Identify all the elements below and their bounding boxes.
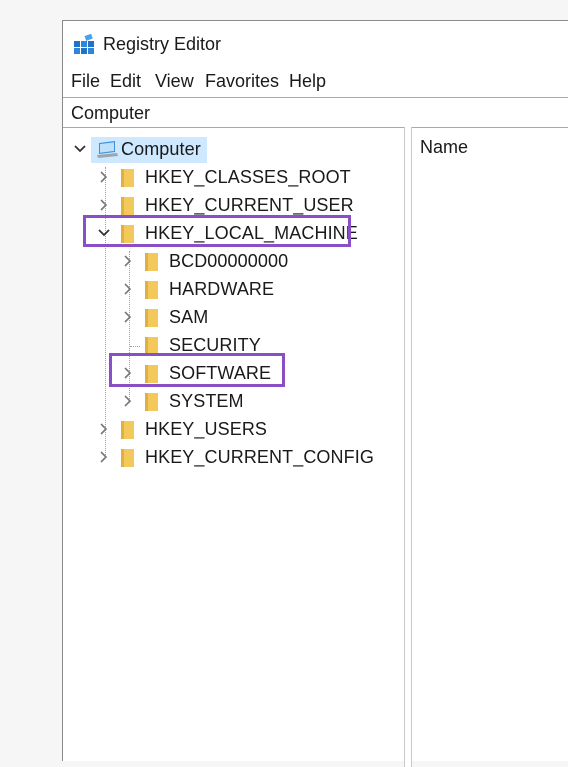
tree-node-system[interactable]: SYSTEM — [63, 389, 343, 415]
registry-editor-window: Registry Editor File Edit View Favorites… — [62, 20, 568, 767]
values-list-pane[interactable]: Name — [412, 127, 568, 767]
folder-icon — [119, 448, 135, 468]
annotation-highlight-box — [83, 215, 351, 247]
window-title: Registry Editor — [103, 34, 222, 54]
chevron-right-icon[interactable] — [97, 422, 111, 436]
menu-edit[interactable]: Edit — [110, 71, 141, 92]
registry-editor-app-icon — [73, 33, 95, 56]
title-bar[interactable]: Registry Editor — [63, 21, 568, 67]
folder-icon — [143, 308, 159, 328]
menu-bar: File Edit View Favorites Help — [63, 69, 568, 95]
chevron-down-icon[interactable] — [73, 142, 87, 156]
folder-icon — [143, 392, 159, 412]
registry-tree-pane[interactable]: Computer HKEY_CLASSES_ROOT HKEY_CURRENT_… — [63, 127, 405, 767]
column-header-name[interactable]: Name — [420, 137, 468, 158]
tree-node-hardware[interactable]: HARDWARE — [63, 277, 343, 303]
tree-node-hkey-current-config[interactable]: HKEY_CURRENT_CONFIG — [63, 445, 374, 471]
tree-node-bcd00000000[interactable]: BCD00000000 — [63, 249, 343, 275]
folder-icon — [119, 196, 135, 216]
address-path[interactable]: Computer — [71, 103, 150, 124]
menu-help[interactable]: Help — [289, 71, 326, 92]
tree-node-computer[interactable]: Computer — [63, 137, 263, 163]
tree-node-hkey-users[interactable]: HKEY_USERS — [63, 417, 343, 443]
chevron-right-icon[interactable] — [97, 450, 111, 464]
annotation-highlight-box — [109, 353, 285, 387]
chevron-right-icon[interactable] — [97, 198, 111, 212]
chevron-right-icon[interactable] — [121, 282, 135, 296]
tree-node-label: HKEY_CLASSES_ROOT — [145, 167, 351, 187]
computer-icon — [95, 140, 119, 160]
folder-icon — [143, 280, 159, 300]
folder-icon — [119, 420, 135, 440]
menu-view[interactable]: View — [155, 71, 194, 92]
tree-node-label: Computer — [121, 139, 201, 159]
chevron-right-icon[interactable] — [97, 170, 111, 184]
tree-node-label: SAM — [169, 307, 209, 327]
tree-node-label: BCD00000000 — [169, 251, 289, 271]
tree-node-label: HKEY_CURRENT_CONFIG — [145, 447, 374, 467]
address-bar[interactable]: Computer — [63, 97, 568, 128]
tree-node-label: HKEY_USERS — [145, 419, 268, 439]
tree-node-label: SYSTEM — [169, 391, 244, 411]
folder-icon — [143, 252, 159, 272]
tree-node-sam[interactable]: SAM — [63, 305, 343, 331]
chevron-right-icon[interactable] — [121, 394, 135, 408]
chevron-right-icon[interactable] — [121, 254, 135, 268]
menu-favorites[interactable]: Favorites — [205, 71, 279, 92]
tree-node-label: HKEY_CURRENT_USER — [145, 195, 354, 215]
tree-node-label: HARDWARE — [169, 279, 275, 299]
menu-file[interactable]: File — [71, 71, 100, 92]
pane-splitter[interactable] — [405, 127, 412, 767]
tree-node-hkey-classes-root[interactable]: HKEY_CLASSES_ROOT — [63, 165, 351, 191]
chevron-right-icon[interactable] — [121, 310, 135, 324]
folder-icon — [119, 168, 135, 188]
